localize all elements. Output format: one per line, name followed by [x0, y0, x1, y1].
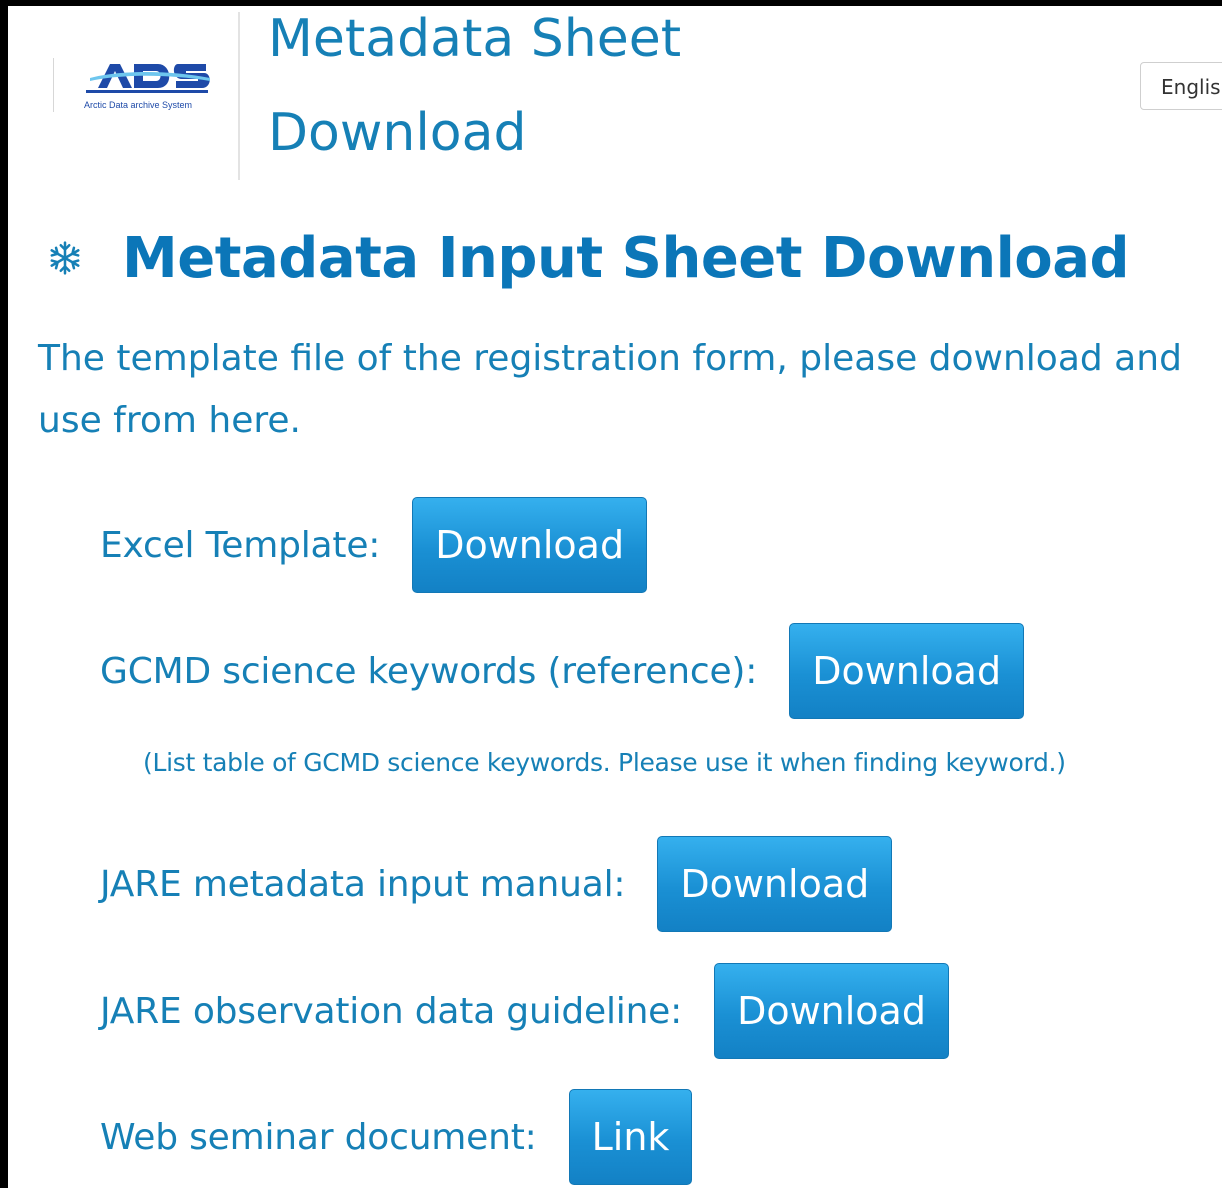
page-frame: Arctic Data archive System Metadata Shee… [0, 0, 1222, 1188]
web-seminar-link-button[interactable]: Link [568, 1089, 693, 1185]
web-seminar-row: Web seminar document: Link [100, 1088, 693, 1186]
excel-template-row: Excel Template: Download [100, 496, 648, 594]
gcmd-keywords-note: (List table of GCMD science keywords. Pl… [143, 748, 1066, 777]
gcmd-keywords-row: GCMD science keywords (reference): Downl… [100, 622, 1025, 720]
ads-logo[interactable]: Arctic Data archive System [80, 56, 214, 114]
page-heading: Metadata Input Sheet Download [122, 225, 1130, 291]
gcmd-keywords-download-button[interactable]: Download [789, 623, 1025, 719]
jare-manual-download-button[interactable]: Download [657, 836, 893, 932]
logo-separator [53, 58, 54, 112]
logo-subtitle: Arctic Data archive System [84, 100, 192, 110]
language-select[interactable]: English [1140, 62, 1222, 110]
jare-manual-row: JARE metadata input manual: Download [100, 835, 893, 933]
row-label: Excel Template: [100, 524, 381, 566]
snowflake-icon [50, 241, 80, 275]
header-divider [238, 12, 240, 180]
row-label: Web seminar document: [100, 1116, 537, 1158]
row-label: JARE observation data guideline: [100, 990, 683, 1032]
intro-text: The template file of the registration fo… [38, 338, 1182, 441]
excel-template-download-button[interactable]: Download [412, 497, 648, 593]
site-title: Metadata Sheet Download [268, 9, 682, 163]
jare-guideline-download-button[interactable]: Download [714, 963, 949, 1059]
row-label: GCMD science keywords (reference): [100, 650, 758, 692]
section-heading: Metadata Input Sheet Download [48, 218, 1130, 298]
jare-guideline-row: JARE observation data guideline: Downloa… [100, 962, 949, 1060]
ads-logo-mark [86, 64, 210, 93]
row-label: JARE metadata input manual: [100, 863, 626, 905]
